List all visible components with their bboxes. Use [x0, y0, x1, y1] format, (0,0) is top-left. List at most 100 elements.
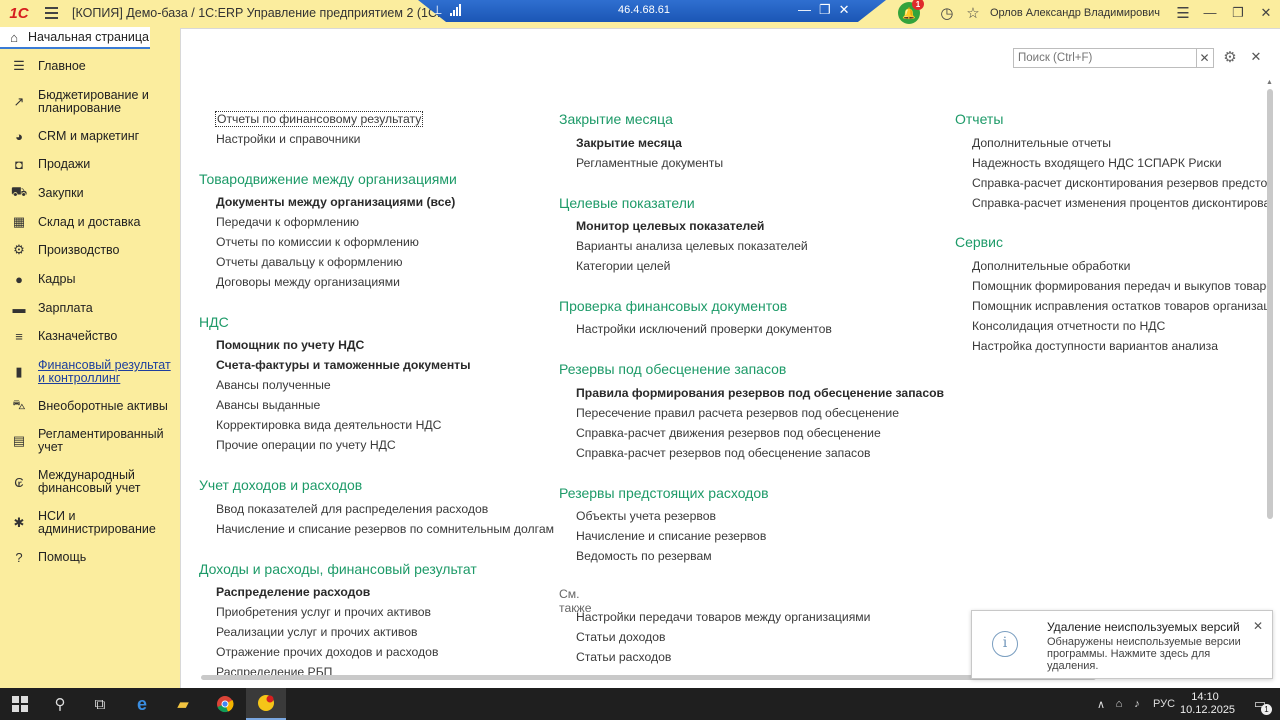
action-center-icon[interactable]: ▭ 1	[1240, 688, 1280, 720]
list-item[interactable]: Договоры между организациями	[216, 275, 400, 289]
1c-logo-icon[interactable]: 1С	[0, 0, 38, 26]
link-financial-result-reports[interactable]: Отчеты по финансовому результату	[214, 111, 424, 127]
tray-chevron-icon[interactable]: ∧	[1092, 698, 1110, 711]
list-item[interactable]: Отчеты по комиссии к оформлению	[216, 235, 419, 249]
maximize-icon[interactable]: ❐	[1224, 5, 1252, 21]
list-item[interactable]: Варианты анализа целевых показателей	[576, 239, 808, 253]
minimize-icon[interactable]: —	[1196, 5, 1224, 21]
rdp-minimize-icon[interactable]: —	[798, 2, 811, 18]
list-item[interactable]: Реализации услуг и прочих активов	[216, 625, 417, 639]
list-item[interactable]: Правила формирования резервов под обесце…	[576, 386, 944, 400]
taskbar-clock[interactable]: 14:10 10.12.2025	[1180, 691, 1235, 717]
sidebar-item-salary[interactable]: ▬ Зарплата	[0, 300, 180, 316]
list-item[interactable]: Статьи доходов	[576, 630, 665, 644]
list-item[interactable]: Дополнительные отчеты	[972, 136, 1111, 150]
settings-menu-icon[interactable]: ☰	[1170, 4, 1196, 22]
signal-icon[interactable]	[450, 4, 461, 16]
chrome-icon[interactable]	[205, 688, 245, 720]
vertical-scrollbar[interactable]: ▲	[1266, 79, 1273, 689]
list-item[interactable]: Помощник формирования передач и выкупов …	[972, 279, 1267, 293]
list-item[interactable]: Регламентные документы	[576, 156, 723, 170]
close-icon[interactable]: ✕	[1252, 5, 1280, 21]
sidebar-item-production[interactable]: ⚙ Производство	[0, 242, 180, 258]
internet-explorer-icon[interactable]: e	[122, 688, 162, 720]
sidebar-item-sales[interactable]: ◘ Продажи	[0, 156, 180, 172]
list-item[interactable]: Начисление и списание резервов	[576, 529, 766, 543]
sidebar-item-label: Зарплата	[38, 300, 93, 315]
sidebar-item-main[interactable]: ☰ Главное	[0, 58, 180, 74]
sidebar-item-financial-result[interactable]: ▮ Финансовый результат и контроллинг	[0, 358, 180, 386]
list-item[interactable]: Объекты учета резервов	[576, 509, 716, 523]
list-item[interactable]: Корректировка вида деятельности НДС	[216, 418, 441, 432]
list-item[interactable]: Передачи к оформлению	[216, 215, 359, 229]
list-item[interactable]: Справка-расчет дисконтирования резервов …	[972, 176, 1267, 190]
list-item[interactable]: Настройки передачи товаров между организ…	[576, 610, 871, 624]
sidebar-item-administration[interactable]: ✱ НСИ и администрирование	[0, 509, 180, 537]
notification-popup[interactable]: i Удаление неиспользуемых версий Обнаруж…	[971, 610, 1273, 679]
list-item[interactable]: Ведомость по резервам	[576, 549, 712, 563]
volume-icon[interactable]: ♪	[1128, 698, 1146, 710]
list-item[interactable]: Авансы выданные	[216, 398, 320, 412]
sidebar-item-regulated-accounting[interactable]: ▤ Регламентированный учет	[0, 427, 180, 455]
favorites-star-icon[interactable]: ☆	[960, 4, 986, 22]
list-item[interactable]: Прочие операции по учету НДС	[216, 438, 396, 452]
list-item[interactable]: Статьи расходов	[576, 650, 671, 664]
popup-text[interactable]: Обнаружены неиспользуемые версии програм…	[1047, 636, 1257, 672]
list-item[interactable]: Категории целей	[576, 259, 670, 273]
task-view-icon[interactable]: ⧉	[80, 688, 120, 720]
windows-start-icon[interactable]	[0, 688, 40, 720]
list-item[interactable]: Ввод показателей для распределения расхо…	[216, 502, 488, 516]
sidebar-item-label: Производство	[38, 242, 120, 257]
rdp-close-icon[interactable]: ✕	[839, 2, 850, 18]
list-item[interactable]: Авансы полученные	[216, 378, 331, 392]
list-item[interactable]: Отражение прочих доходов и расходов	[216, 645, 438, 659]
input-language[interactable]: РУС	[1146, 698, 1182, 710]
list-item[interactable]: Справка-расчет движения резервов под обе…	[576, 426, 881, 440]
1c-app-icon[interactable]	[246, 688, 286, 720]
list-item[interactable]: Настройки исключений проверки документов	[576, 322, 832, 336]
network-icon[interactable]: ⌂	[1110, 698, 1128, 710]
list-item[interactable]: Распределение РБП	[216, 665, 332, 675]
list-item[interactable]: Распределение расходов	[216, 585, 370, 599]
sidebar-item-budgeting[interactable]: ↗ Бюджетирование и планирование	[0, 88, 180, 116]
sidebar-item-warehouse[interactable]: ▦ Склад и доставка	[0, 214, 180, 230]
list-item[interactable]: Справка-расчет резервов под обесценение …	[576, 446, 871, 460]
list-item[interactable]: Приобретения услуг и прочих активов	[216, 605, 431, 619]
list-item[interactable]: Документы между организациями (все)	[216, 195, 455, 209]
horizontal-scrollbar-thumb[interactable]	[201, 675, 1096, 680]
main-menu-icon[interactable]	[38, 0, 64, 26]
list-item[interactable]: Начисление и списание резервов по сомнит…	[216, 522, 554, 536]
list-item[interactable]: Дополнительные обработки	[972, 259, 1130, 273]
list-item[interactable]: Консолидация отчетности по НДС	[972, 319, 1165, 333]
section-heading: Резервы предстоящих расходов	[559, 485, 769, 501]
notifications-bell-icon[interactable]: 🔔 1	[897, 0, 924, 24]
vertical-scrollbar-thumb[interactable]	[1267, 89, 1273, 519]
user-name[interactable]: Орлов Александр Владимирович	[990, 7, 1160, 19]
list-item[interactable]: Настройка доступности вариантов анализа	[972, 339, 1218, 353]
sidebar-item-international-accounting[interactable]: ₢ Международный финансовый учет	[0, 468, 180, 496]
search-icon[interactable]: ⚲	[40, 688, 80, 720]
history-icon[interactable]: ◷	[934, 4, 960, 22]
list-item[interactable]: Помощник исправления остатков товаров ор…	[972, 299, 1267, 313]
home-page-tab[interactable]: ⌂ Начальная страница	[0, 27, 150, 49]
sidebar-item-help[interactable]: ? Помощь	[0, 549, 180, 565]
sidebar-item-purchases[interactable]: ⛟ Закупки	[0, 184, 180, 201]
list-item[interactable]: Счета-фактуры и таможенные документы	[216, 358, 471, 372]
sidebar-item-hr[interactable]: ● Кадры	[0, 271, 180, 287]
rdp-restore-icon[interactable]: ❐	[819, 2, 831, 18]
list-item[interactable]: Монитор целевых показателей	[576, 219, 764, 233]
sidebar-item-fixed-assets[interactable]: ⛍ Внеоборотные активы	[0, 397, 180, 414]
file-explorer-icon[interactable]: ▰	[163, 688, 203, 720]
list-item[interactable]: Закрытие месяца	[576, 136, 682, 150]
sidebar-item-label: Кадры	[38, 271, 76, 286]
list-item[interactable]: Справка-расчет изменения процентов диско…	[972, 196, 1267, 210]
link-settings-and-references[interactable]: Настройки и справочники	[216, 132, 360, 146]
sidebar-item-treasury[interactable]: ≡ Казначейство	[0, 328, 180, 344]
list-item[interactable]: Помощник по учету НДС	[216, 338, 364, 352]
popup-close-icon[interactable]: ✕	[1253, 619, 1263, 633]
sidebar-item-crm[interactable]: ◕ CRM и маркетинг	[0, 128, 180, 144]
list-item[interactable]: Надежность входящего НДС 1СПАРК Риски	[972, 156, 1222, 170]
list-item[interactable]: Пересечение правил расчета резервов под …	[576, 406, 899, 420]
scroll-up-icon[interactable]: ▲	[1266, 79, 1273, 86]
list-item[interactable]: Отчеты давальцу к оформлению	[216, 255, 402, 269]
